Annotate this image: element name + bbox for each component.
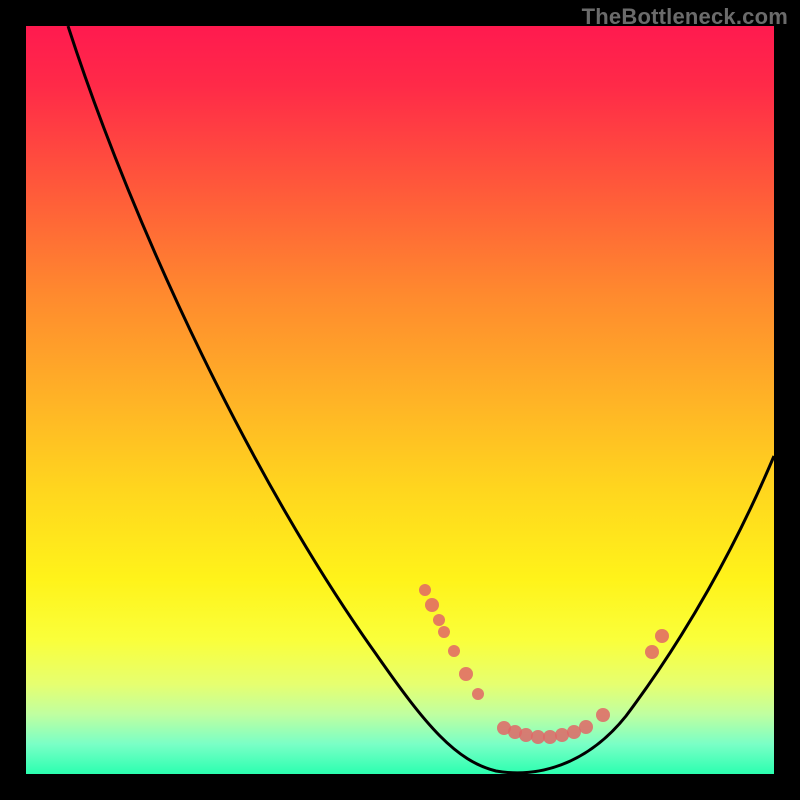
curve-marker: [555, 728, 569, 742]
curve-marker: [472, 688, 484, 700]
curve-marker: [448, 645, 460, 657]
bottleneck-curve-svg: [26, 26, 774, 774]
curve-markers-group: [419, 584, 669, 744]
curve-marker: [433, 614, 445, 626]
plot-area: [26, 26, 774, 774]
curve-group: [68, 26, 774, 773]
curve-marker: [519, 728, 533, 742]
curve-marker: [567, 725, 581, 739]
curve-marker: [579, 720, 593, 734]
chart-frame: TheBottleneck.com: [0, 0, 800, 800]
curve-marker: [645, 645, 659, 659]
curve-marker: [655, 629, 669, 643]
curve-marker: [425, 598, 439, 612]
curve-marker: [531, 730, 545, 744]
bottleneck-curve-line: [68, 26, 774, 773]
curve-marker: [438, 626, 450, 638]
curve-marker: [419, 584, 431, 596]
curve-marker: [459, 667, 473, 681]
curve-marker: [596, 708, 610, 722]
curve-marker: [543, 730, 557, 744]
watermark-text: TheBottleneck.com: [582, 4, 788, 30]
